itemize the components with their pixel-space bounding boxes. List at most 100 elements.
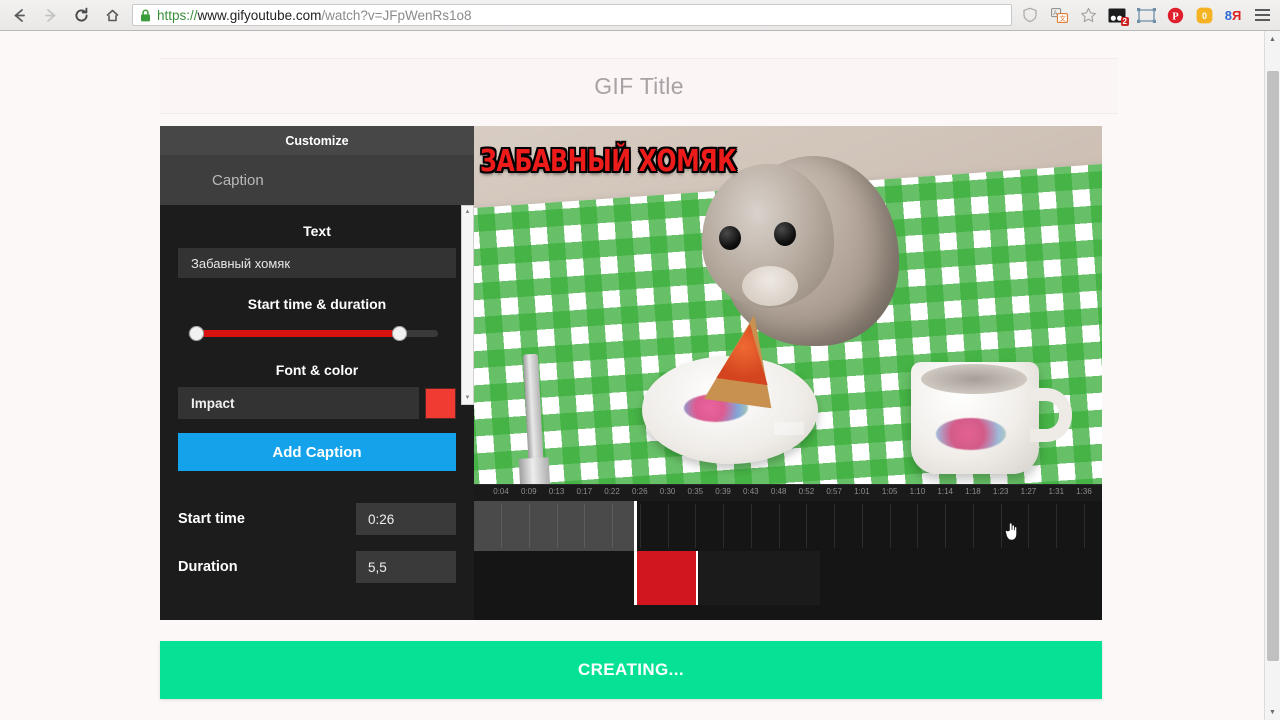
text-field-label: Text xyxy=(303,223,331,239)
navigation-buttons xyxy=(0,5,122,25)
duration-label: Duration xyxy=(178,559,238,575)
timeline-tick xyxy=(695,504,697,548)
font-select[interactable]: Impact xyxy=(178,387,419,419)
video-preview[interactable]: ЗАБАВНЫЙ ХОМЯК xyxy=(474,126,1102,484)
panel-scrollbar[interactable]: ▲ ▼ xyxy=(461,205,474,405)
timeline-tick xyxy=(667,504,669,548)
start-time-label: Start time xyxy=(178,511,245,527)
timeline-tick xyxy=(750,504,752,548)
page-scroll-up-icon[interactable]: ▲ xyxy=(1265,31,1280,47)
duration-row: Duration xyxy=(160,551,474,583)
caption-overlay-text: ЗАБАВНЫЙ ХОМЯК xyxy=(480,144,737,179)
ruler-tick-label: 1:18 xyxy=(965,487,981,496)
home-icon[interactable] xyxy=(102,5,122,25)
page-scrollbar-thumb[interactable] xyxy=(1267,71,1279,661)
teacup-flower-decoration xyxy=(936,418,1006,450)
timeline-tick xyxy=(1084,504,1085,548)
duration-input[interactable] xyxy=(356,551,456,583)
ruler-tick-label: 0:43 xyxy=(743,487,759,496)
font-color-label: Font & color xyxy=(275,362,359,378)
timeline-tick xyxy=(723,504,725,548)
start-duration-slider[interactable] xyxy=(178,322,456,344)
gif-title-field[interactable]: GIF Title xyxy=(160,58,1118,114)
menu-line xyxy=(1254,14,1270,16)
color-swatch[interactable] xyxy=(425,387,456,419)
chrome-menu-icon[interactable] xyxy=(1252,5,1272,25)
panel-scroll-down-icon[interactable]: ▼ xyxy=(462,392,473,404)
timeline-tick xyxy=(1056,504,1058,548)
svg-text:A: A xyxy=(1053,10,1057,16)
sidebar-divider xyxy=(160,471,474,487)
timeline-tick xyxy=(612,504,614,548)
ruler-tick-label: 1:14 xyxy=(937,487,953,496)
start-time-row: Start time xyxy=(160,503,474,535)
ruler-tick-label: 0:57 xyxy=(826,487,842,496)
timeline-tick xyxy=(556,504,558,548)
browser-toolbar: https://www.gifyoutube.com/watch?v=JFpWe… xyxy=(0,0,1280,31)
page-content: GIF Title Customize Caption Text Start t… xyxy=(0,31,1264,720)
forward-arrow-icon[interactable] xyxy=(40,5,60,25)
svg-text:0: 0 xyxy=(1202,11,1207,21)
tab-customize[interactable]: Customize xyxy=(160,126,474,155)
timeline-tick xyxy=(917,504,919,548)
timeline-tick xyxy=(501,504,502,548)
caption-text-input[interactable] xyxy=(178,248,456,278)
timeline-tick xyxy=(945,504,947,548)
hamster-snout xyxy=(742,266,798,306)
ruler-tick-label: 0:48 xyxy=(770,487,787,496)
timeline-selection[interactable] xyxy=(634,551,698,605)
ruler-tick-label: 0:17 xyxy=(576,487,593,496)
menu-line xyxy=(1254,19,1270,21)
svg-text:P: P xyxy=(1172,11,1179,22)
ruler-tick-label: 0:13 xyxy=(548,487,565,496)
screen-capture-icon[interactable]: 2 xyxy=(1107,5,1129,26)
ruler-tick-label: 0:39 xyxy=(715,487,731,496)
fork-tines xyxy=(518,457,552,484)
timeline-tick xyxy=(861,504,863,548)
start-time-input[interactable] xyxy=(356,503,456,535)
ruler-tick-label: 0:52 xyxy=(798,487,815,496)
bookmark-star-icon[interactable] xyxy=(1078,5,1098,25)
font-color-row: Impact xyxy=(178,387,456,419)
timeline-track[interactable] xyxy=(474,501,1102,620)
gif-editor: Customize Caption Text Start time & dura… xyxy=(160,126,1102,620)
notification-icon[interactable]: 0 xyxy=(1194,5,1214,25)
customize-sidebar: Customize Caption Text Start time & dura… xyxy=(160,126,474,620)
tab-caption[interactable]: Caption xyxy=(160,155,474,205)
teacup-rim xyxy=(921,364,1027,394)
url-path: /watch?v=JFpWenRs1o8 xyxy=(321,7,472,23)
lock-icon xyxy=(140,8,151,22)
ruler-tick-label: 1:36 xyxy=(1076,487,1092,496)
ruler-tick-label: 1:31 xyxy=(1048,487,1065,496)
page-scroll-down-icon[interactable]: ▼ xyxy=(1265,704,1280,720)
slider-handle-start[interactable] xyxy=(189,326,204,341)
timeline-playhead[interactable] xyxy=(634,501,637,605)
timeline-tick xyxy=(639,504,641,548)
ruler-tick-label: 0:30 xyxy=(659,487,676,496)
gif-title-placeholder: GIF Title xyxy=(594,72,684,99)
page-scrollbar[interactable]: ▲ ▼ xyxy=(1264,31,1280,720)
yandex-icon[interactable]: 8Я xyxy=(1223,5,1243,25)
hamster-eye-right xyxy=(774,222,796,246)
svg-text:文: 文 xyxy=(1059,13,1066,22)
timeline-preroll-region xyxy=(474,501,634,551)
translate-icon[interactable]: A 文 xyxy=(1049,5,1069,25)
address-bar[interactable]: https://www.gifyoutube.com/watch?v=JFpWe… xyxy=(132,4,1012,26)
ruler-tick-label: 0:26 xyxy=(632,487,648,496)
back-arrow-icon[interactable] xyxy=(9,5,29,25)
create-gif-button[interactable]: CREATING... xyxy=(160,641,1102,699)
timeline-ruler: 0:04 0:09 0:13 0:17 0:22 0:26 0:30 0:35 0:39 0:43… xyxy=(474,484,1102,501)
video-watermark xyxy=(774,422,804,435)
ruler-tick-label: 0:35 xyxy=(687,487,704,496)
timeline-tick xyxy=(889,504,891,548)
timeline-tick xyxy=(972,504,974,548)
timeline-tick xyxy=(834,504,836,548)
screenshot-frame-icon[interactable] xyxy=(1136,5,1156,25)
timeline-tick xyxy=(584,504,586,548)
slider-handle-end[interactable] xyxy=(392,326,407,341)
panel-scroll-up-icon[interactable]: ▲ xyxy=(462,206,473,218)
reload-icon[interactable] xyxy=(71,5,91,25)
add-caption-button[interactable]: Add Caption xyxy=(178,433,456,471)
pinterest-icon[interactable]: P xyxy=(1165,5,1185,25)
shield-icon[interactable] xyxy=(1020,5,1040,25)
